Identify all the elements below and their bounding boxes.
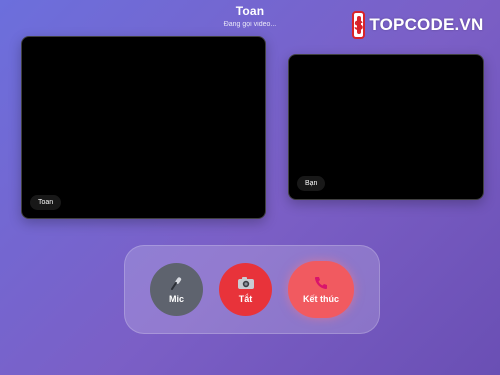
mic-label: Mic	[168, 294, 184, 304]
camera-off-button[interactable]: Tắt	[219, 263, 272, 316]
camera-icon	[237, 275, 255, 291]
end-call-label: Kết thúc	[303, 294, 339, 304]
call-controls: Mic Tắt Kết thúc	[124, 245, 380, 334]
remote-video: Toan	[21, 36, 266, 219]
self-video-label: Bạn	[297, 176, 326, 191]
remote-video-label: Toan	[30, 195, 62, 210]
mic-button[interactable]: Mic	[150, 263, 203, 316]
watermark-logo: S TOPCODE.VN	[352, 10, 484, 40]
logo-text: TOPCODE.VN	[369, 15, 484, 34]
camera-label: Tắt	[238, 294, 253, 304]
microphone-icon	[169, 275, 185, 291]
self-video: Bạn	[288, 54, 484, 200]
phone-icon	[313, 275, 329, 291]
end-call-button[interactable]: Kết thúc	[288, 261, 354, 318]
logo-icon: S	[352, 11, 366, 39]
